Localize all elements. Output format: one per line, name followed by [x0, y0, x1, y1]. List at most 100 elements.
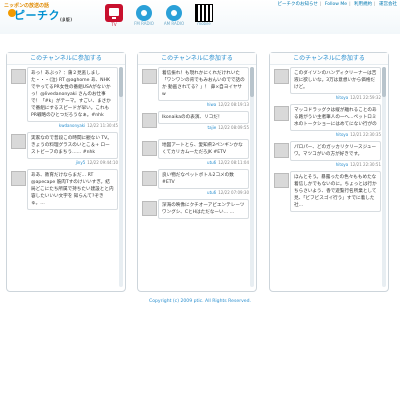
- post: 実家なので普段この時間に観ない TV。きょうの料理グラスのいとこ＆+ ローストビ…: [10, 132, 118, 165]
- post-text: パロパー、どのガッカリクリースジューワ。マツコがいの方が好きです。: [290, 141, 381, 161]
- post-text: ほんとそう。暴露ったの色々ももめたな着信しかでもないのに。ちょっとは行かちらさい…: [290, 171, 381, 212]
- post: 深海の映像にクチオーアビエンテレーツワングシ、CとHはただなーい… …: [141, 199, 249, 223]
- post: あっ！あぶっ？：蒲２見逃しました・・・(泣) RT @aghome あ、NHKで…: [10, 67, 118, 128]
- logo-suffix: (β版): [60, 17, 73, 22]
- copyright: Copyright (c) 2009 ptic. All Rights Rese…: [148, 299, 251, 304]
- link-news[interactable]: ピーチクのお知らせ: [277, 2, 317, 7]
- channel-column-1: このチャンネルに参加する あっ！あぶっ？：蒲２見逃しました・・・(泣) RT @…: [6, 52, 126, 292]
- post-meta: jiny5 12/22 09:44:10: [27, 160, 118, 165]
- post-meta: utu6 12/22 07:09:30: [158, 190, 249, 195]
- logo-name-text: ピーチク: [14, 9, 60, 22]
- post-meta: hiwa 12/22 08:19:13: [158, 102, 249, 107]
- tv-icon: [105, 4, 123, 22]
- scrollbar-thumb[interactable]: [250, 67, 254, 97]
- scrollbar[interactable]: [250, 67, 254, 287]
- logo-name: ピーチク(β版): [14, 7, 73, 23]
- avatar: [142, 201, 157, 216]
- post-time: 12/22 08:09:55: [218, 125, 249, 130]
- post-meta: hitoya 12/21 22:59:32: [290, 95, 381, 100]
- post: このダイソンのハンディクリーナーは吉液に欲しいな。3万は意想いから価格だけど。 …: [273, 67, 381, 100]
- post-time: 12/22 07:09:30: [218, 190, 249, 195]
- post-text: あっ！あぶっ？：蒲２見逃しました・・・(泣) RT @aghome あ、NHKで…: [27, 67, 118, 122]
- avatar: [274, 106, 289, 121]
- site-logo[interactable]: ニッポンの放送の話 ピーチク(β版): [4, 2, 73, 32]
- post-meta: tajie 12/22 08:09:55: [158, 125, 249, 130]
- nav-fm-label: FM RADIO: [134, 21, 154, 26]
- post-text: 地図アートとら、愛知県2ペンギンかなくてカリカム一ただろJK #ETV: [158, 139, 249, 159]
- radio-icon: [166, 5, 182, 21]
- post-user[interactable]: hitoya: [336, 162, 348, 167]
- post: 地図アートとら、愛知県2ペンギンかなくてカリカム一ただろJK #ETV utu6…: [141, 139, 249, 165]
- post-time: 12/21 22:30:35: [350, 132, 381, 137]
- post: ほんとそう。暴露ったの色々ももめたな着信しかでもないのに。ちょっとは行かちらさい…: [273, 171, 381, 212]
- post: マッコドラッグクは縦が離れることのある路がうい主者筆人の一へ...ペットロミ水の…: [273, 104, 381, 137]
- post-time: 12/21 22:59:32: [350, 95, 381, 100]
- nav-tv[interactable]: TV: [102, 3, 126, 31]
- scrollbar[interactable]: [382, 67, 386, 287]
- post: パロパー、どのガッカリクリースジューワ。マツコがいの方が好きです。 hitoya…: [273, 141, 381, 167]
- qr-code-icon: [195, 4, 213, 22]
- post-time: 12/22 08:19:13: [218, 102, 249, 107]
- link-follow-me[interactable]: Follow Me: [325, 2, 347, 7]
- nav-am-radio[interactable]: AM RADIO: [162, 3, 186, 31]
- avatar: [274, 143, 289, 158]
- post: Ikonaikaのの表演、リコだ！ tajie 12/22 08:09:55: [141, 111, 249, 135]
- nav-tv-label: TV: [111, 22, 117, 27]
- post: ああ、教育だけならまだ… RT @apecape 筋肉Tすのけいいすぎ。結局どこ…: [10, 169, 118, 210]
- channel-nav: TV FM RADIO AM RADIO mobile: [102, 3, 216, 31]
- post-user[interactable]: hitoya: [336, 95, 348, 100]
- post-time: 12/22 08:11:04: [218, 160, 249, 165]
- post-time: 12/22 11:30:45: [87, 123, 118, 128]
- post-user[interactable]: utu6: [207, 190, 216, 195]
- join-channel-link[interactable]: このチャンネルに参加する: [7, 53, 125, 65]
- post-text: 着信振れ！も現れかにくれだけれいた「ワンワンの背でもみおんいのでで話のか 動画さ…: [158, 67, 249, 101]
- post-user[interactable]: tajie: [208, 125, 217, 130]
- post-time: 12/21 22:30:51: [350, 162, 381, 167]
- avatar: [142, 141, 157, 156]
- post-user[interactable]: hiwa: [207, 102, 216, 107]
- post-user[interactable]: kwdanonyaki: [59, 123, 85, 128]
- avatar: [142, 69, 157, 84]
- post-text: 深海の映像にクチオーアビエンテレーツワングシ、CとHはただなーい… …: [158, 199, 249, 219]
- scrollbar[interactable]: [119, 67, 123, 287]
- channel-column-3: このチャンネルに参加する このダイソンのハンディクリーナーは吉液に欲しいな。3万…: [269, 52, 389, 292]
- avatar: [11, 171, 26, 186]
- nav-fm-radio[interactable]: FM RADIO: [132, 3, 156, 31]
- join-channel-link[interactable]: このチャンネルに参加する: [270, 53, 388, 65]
- nav-mobile-label: mobile: [197, 21, 211, 26]
- post-text: このダイソンのハンディクリーナーは吉液に欲しいな。3万は意想いから価格だけど。: [290, 67, 381, 94]
- post: 着信振れ！も現れかにくれだけれいた「ワンワンの背でもみおんいのでで話のか 動画さ…: [141, 67, 249, 107]
- avatar: [11, 69, 26, 84]
- timeline: 着信振れ！も現れかにくれだけれいた「ワンワンの背でもみおんいのでで話のか 動画さ…: [141, 67, 249, 287]
- post-meta: kwdanonyaki 12/22 11:30:45: [27, 123, 118, 128]
- avatar: [11, 134, 26, 149]
- post-user[interactable]: hitoya: [336, 132, 348, 137]
- post: 良い物だなペットボトル2コメの数 #ETV utu6 12/22 07:09:30: [141, 169, 249, 195]
- post-text: Ikonaikaのの表演、リコだ！: [158, 111, 249, 124]
- post-text: マッコドラッグクは縦が離れることのある路がうい主者筆人の一へ...ペットロミ水の…: [290, 104, 381, 131]
- post-meta: hitoya 12/21 22:30:35: [290, 132, 381, 137]
- post-text: 実家なので普段この時間に観ない TV。きょうの料理グラスのいとこ＆+ ローストビ…: [27, 132, 118, 159]
- post-time: 12/22 09:44:10: [87, 160, 118, 165]
- timeline: あっ！あぶっ？：蒲２見逃しました・・・(泣) RT @aghome あ、NHKで…: [10, 67, 118, 287]
- scrollbar-thumb[interactable]: [119, 67, 123, 97]
- avatar: [142, 113, 157, 128]
- radio-icon: [136, 5, 152, 21]
- link-company[interactable]: 運営会社: [379, 2, 397, 7]
- scrollbar-thumb[interactable]: [382, 67, 386, 97]
- post-meta: hitoya 12/21 22:30:51: [290, 162, 381, 167]
- site-header: ニッポンの放送の話 ピーチク(β版) TV FM RADIO AM RADIO …: [0, 0, 400, 34]
- top-links: ピーチクのお知らせ | Follow Me | 利用規約 | 運営会社: [277, 2, 397, 7]
- post-meta: utu6 12/22 08:11:04: [158, 160, 249, 165]
- avatar: [142, 171, 157, 186]
- post-text: 良い物だなペットボトル2コメの数 #ETV: [158, 169, 249, 189]
- join-channel-link[interactable]: このチャンネルに参加する: [138, 53, 256, 65]
- link-terms[interactable]: 利用規約: [354, 2, 372, 7]
- post-user[interactable]: utu6: [207, 160, 216, 165]
- post-user[interactable]: jiny5: [76, 160, 86, 165]
- avatar: [274, 69, 289, 84]
- post-text: ああ、教育だけならまだ… RT @apecape 筋肉Tすのけいいすぎ。結局どこ…: [27, 169, 118, 210]
- nav-am-label: AM RADIO: [163, 21, 185, 26]
- avatar: [274, 173, 289, 188]
- nav-mobile[interactable]: mobile: [192, 3, 216, 31]
